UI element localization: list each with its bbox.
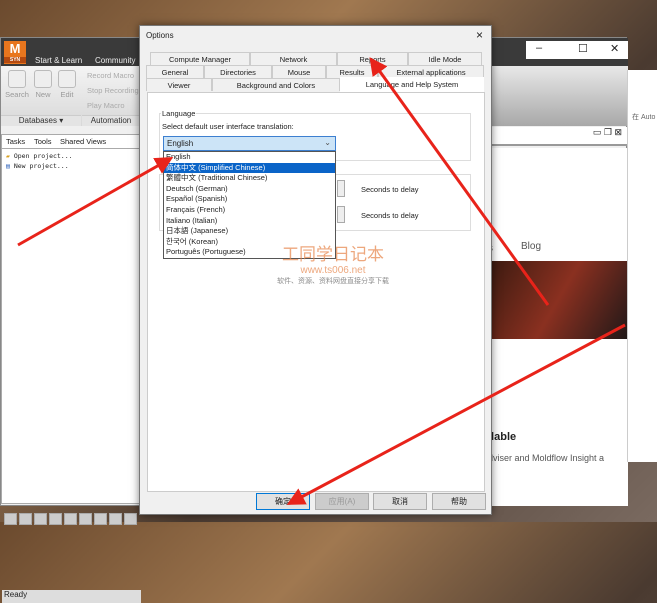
divider [2,148,139,149]
language-option[interactable]: Español (Spanish) [164,194,335,205]
tab-language-help[interactable]: Language and Help System [340,77,484,92]
stop-recording-button[interactable]: Stop Recording [87,86,139,95]
status-bar: Ready [2,590,141,603]
databases-group[interactable]: Databases ▾ [1,115,81,126]
inner-window-bar: ▭ ❐ ⊠ [488,127,628,146]
selected-value: English [167,139,194,148]
language-option[interactable]: Português (Portuguese) [164,247,335,258]
language-option[interactable]: 한국어 (Korean) [164,237,335,248]
search-db-button[interactable]: Search [5,70,29,99]
background-window-text: 在 Auto [632,114,656,121]
apply-button[interactable]: 应用(A) [315,493,369,510]
pane-toolbar [4,513,139,527]
tab-reports[interactable]: Reports [337,52,408,65]
tab-background-colors[interactable]: Background and Colors [212,78,340,91]
delay-label-2: Seconds to delay [361,211,419,220]
tab-panel: Language Select default user interface t… [147,92,485,492]
tab-shared-views[interactable]: Shared Views [60,137,106,146]
database-edit-icon [58,70,76,88]
tab-viewer[interactable]: Viewer [146,78,212,91]
language-option[interactable]: English [164,152,335,163]
help-button[interactable]: 帮助 [432,493,486,510]
new-project-item[interactable]: ▤ New project... [6,162,69,170]
label: Open project... [13,152,73,160]
new-db-button[interactable]: New [31,70,55,99]
record-macro-button[interactable]: Record Macro [87,71,134,80]
tab-tasks[interactable]: Tasks [6,137,25,146]
language-select[interactable]: English ⌄ [163,136,336,151]
tasks-pane: Tasks Tools Shared Views ▰ Open project.… [1,134,141,603]
automation-group: Automation [82,115,140,126]
tool-icon[interactable] [109,513,122,525]
tab-network[interactable]: Network [250,52,337,65]
tab-idle-mode[interactable]: Idle Mode [408,52,482,65]
language-option[interactable]: 简体中文 (Simplified Chinese) [164,162,335,174]
logo-letter: M [9,41,21,56]
play-macro-button[interactable]: Play Macro [87,101,125,110]
label: New [35,90,51,99]
close-icon[interactable]: ✕ [610,42,619,55]
label: Edit [60,90,74,99]
app-logo[interactable]: M SYN [4,41,26,64]
language-option[interactable]: 日本語 (Japanese) [164,226,335,237]
background-window: 在 Auto [627,70,657,462]
tab-directories[interactable]: Directories [204,65,272,78]
language-dropdown-list: English 简体中文 (Simplified Chinese) 繁體中文 (Tr… [163,151,336,259]
minimize-icon[interactable]: – [536,42,542,54]
tab-general[interactable]: General [146,65,204,78]
open-project-item[interactable]: ▰ Open project... [6,152,73,160]
tab-tools[interactable]: Tools [34,137,52,146]
tab-start-learn[interactable]: Start & Learn [35,56,82,65]
maximize-icon[interactable]: ☐ [578,42,588,55]
inner-window-controls-icon[interactable]: ▭ ❐ ⊠ [593,127,622,137]
text-partial: dviser and Moldflow Insight a [488,453,605,463]
language-option[interactable]: Deutsch (German) [164,184,335,195]
tab-mouse[interactable]: Mouse [272,65,326,78]
language-option[interactable]: Italiano (Italian) [164,216,335,227]
delay-spinner-2[interactable] [337,206,345,223]
tab-compute-manager[interactable]: Compute Manager [150,52,250,65]
language-option[interactable]: 繁體中文 (Traditional Chinese) [164,173,335,184]
tool-icon[interactable] [79,513,92,525]
tool-icon[interactable] [4,513,17,525]
tool-icon[interactable] [64,513,77,525]
new-project-icon: ▤ [6,162,10,170]
delete-icon[interactable] [124,513,137,525]
heading-partial: ilable [488,431,517,443]
folder-icon[interactable] [19,513,32,525]
delay-label-1: Seconds to delay [361,185,419,194]
label: Search [5,90,29,99]
cancel-button[interactable]: 取消 [373,493,427,510]
language-option[interactable]: Français (French) [164,205,335,216]
window-controls: – ☐ ✕ [526,41,628,59]
tab-community[interactable]: Community [95,56,135,65]
folder-icon: ▰ [6,152,10,160]
label: New project... [13,162,69,170]
options-dialog: Options × Compute Manager Network Report… [139,25,492,515]
tool-icon[interactable] [34,513,47,525]
ribbon-right [488,66,628,126]
nav-blog[interactable]: Blog [521,241,541,252]
logo-sub: SYN [4,57,26,63]
tool-icon[interactable] [94,513,107,525]
delay-spinner-1[interactable] [337,180,345,197]
web-content: s Blog ilable dviser and Moldflow Insigh… [488,148,628,506]
chevron-down-icon: ⌄ [324,138,331,147]
dialog-title: Options [146,31,174,40]
select-label: Select default user interface translatio… [162,122,294,131]
edit-db-button[interactable]: Edit [55,70,79,99]
database-new-icon [34,70,52,88]
hero-image [488,261,628,339]
ok-button[interactable]: 确定 [256,493,310,510]
close-icon[interactable]: × [476,28,483,42]
wrench-icon[interactable] [49,513,62,525]
database-search-icon [8,70,26,88]
language-group-label: Language [161,109,197,118]
